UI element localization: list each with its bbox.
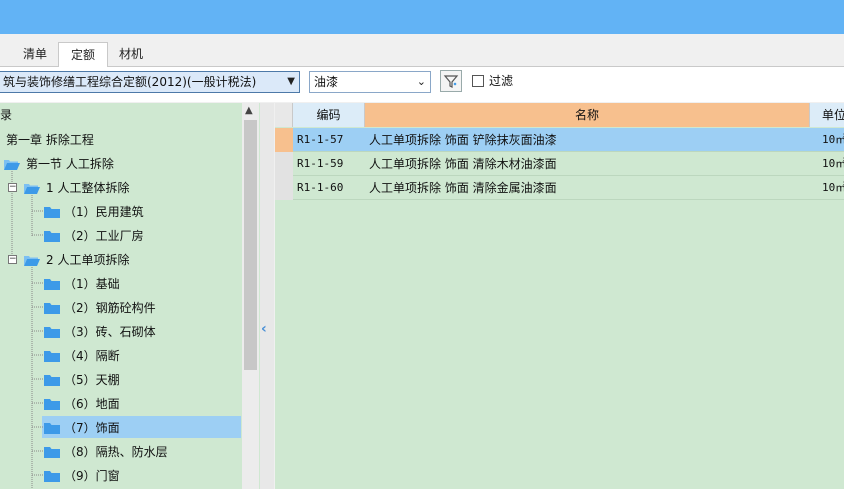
column-header-code[interactable]: 编码 <box>293 103 365 127</box>
row-selector[interactable] <box>275 176 293 200</box>
tree-item-label: 1 人工整体拆除 <box>46 181 130 195</box>
tree-item-section-1[interactable]: 第一节 人工拆除 <box>4 152 114 176</box>
tree-item-label: （9）门窗 <box>64 469 120 483</box>
collapse-icon[interactable]: − <box>8 255 17 264</box>
tree-item-group-2[interactable]: 2 人工单项拆除 <box>24 248 129 272</box>
row-selector[interactable] <box>275 152 293 176</box>
tree-item-group-2-6[interactable]: （6）地面 <box>44 392 120 416</box>
tree-item-label: 2 人工单项拆除 <box>46 253 130 267</box>
quota-library-select[interactable]: 筑与装饰修缮工程综合定额(2012)(一般计税法) ▼ <box>0 71 300 93</box>
tree-item-chapter-1[interactable]: 第一章 拆除工程 <box>6 128 94 152</box>
tree-item-label: （1）民用建筑 <box>64 205 144 219</box>
tree-item-group-1-2[interactable]: （2）工业厂房 <box>44 224 144 248</box>
grid-corner <box>275 103 293 127</box>
chapter-tree: 录 第一章 拆除工程 第一节 人工拆除 − 1 人工整体拆除 （1）民用建筑 （… <box>0 103 260 489</box>
filter-button[interactable] <box>440 70 462 92</box>
tab-materials[interactable]: 材机 <box>108 42 154 66</box>
row-name: 人工单项拆除 饰面 清除木材油漆面 <box>369 157 557 171</box>
tree-item-group-1[interactable]: 1 人工整体拆除 <box>24 176 129 200</box>
keyword-value: 油漆 <box>314 75 339 89</box>
tree-scrollbar-thumb[interactable] <box>244 120 257 370</box>
column-header-unit[interactable]: 单位 <box>810 103 844 127</box>
scroll-up-icon[interactable]: ▲ <box>245 105 253 116</box>
tree-item-label: 第一章 拆除工程 <box>6 133 94 147</box>
folder-icon <box>44 375 60 386</box>
filter-bar: 筑与装饰修缮工程综合定额(2012)(一般计税法) ▼ 油漆 ⌄ 过滤 <box>0 67 844 102</box>
tree-item-label: 第一节 人工拆除 <box>26 157 114 171</box>
folder-icon <box>44 207 60 218</box>
folder-icon <box>44 231 60 242</box>
folder-open-icon <box>24 184 40 194</box>
keyword-select[interactable]: 油漆 ⌄ <box>309 71 431 93</box>
folder-icon <box>44 471 60 482</box>
tree-item-label: （7）饰面 <box>64 421 120 435</box>
tree-item-label: （4）隔断 <box>64 349 120 363</box>
tree-item-group-2-7[interactable]: （7）饰面 <box>44 416 120 440</box>
tree-item-label: （5）天棚 <box>64 373 120 387</box>
folder-icon <box>44 279 60 290</box>
tab-quota[interactable]: 定额 <box>58 42 108 67</box>
folder-icon <box>44 303 60 314</box>
column-header-name[interactable]: 名称 <box>365 103 810 127</box>
tree-item-label: （2）工业厂房 <box>64 229 144 243</box>
tree-item-label: （2）钢筋砼构件 <box>64 301 156 315</box>
folder-open-icon <box>4 160 20 170</box>
chevron-left-icon[interactable]: ‹ <box>261 321 267 337</box>
tree-item-group-2-9[interactable]: （9）门窗 <box>44 464 120 488</box>
row-unit: 10㎡ <box>822 157 844 170</box>
row-selector[interactable] <box>275 128 293 152</box>
table-row[interactable]: R1-1-59 人工单项拆除 饰面 清除木材油漆面 10㎡ <box>275 152 844 176</box>
tree-item-group-2-4[interactable]: （4）隔断 <box>44 344 120 368</box>
tab-bar: 清单 定额 材机 <box>0 34 844 67</box>
pane-splitter[interactable]: ‹ <box>260 103 274 489</box>
tree-item-group-2-1[interactable]: （1）基础 <box>44 272 120 296</box>
tree-item-group-1-1[interactable]: （1）民用建筑 <box>44 200 144 224</box>
row-code: R1-1-57 <box>297 133 344 146</box>
chevron-down-icon: ⌄ <box>416 75 426 88</box>
dropdown-arrow-icon: ▼ <box>287 76 295 87</box>
row-code: R1-1-60 <box>297 181 344 194</box>
table-row[interactable]: R1-1-60 人工单项拆除 饰面 清除金属油漆面 10㎡ <box>275 176 844 200</box>
folder-icon <box>44 423 60 434</box>
quota-grid: 编码 名称 单位 R1-1-57 人工单项拆除 饰面 铲除抹灰面油漆 10㎡ R… <box>275 103 844 489</box>
tree-item-group-2-2[interactable]: （2）钢筋砼构件 <box>44 296 156 320</box>
folder-icon <box>44 447 60 458</box>
row-name: 人工单项拆除 饰面 铲除抹灰面油漆 <box>369 133 557 147</box>
tree-item-label: （1）基础 <box>64 277 120 291</box>
tree-item-label: （8）隔热、防水层 <box>64 445 168 459</box>
tab-bill[interactable]: 清单 <box>12 42 58 66</box>
row-code: R1-1-59 <box>297 157 344 170</box>
tree-item-label: （6）地面 <box>64 397 120 411</box>
filter-checkbox-label: 过滤 <box>489 74 514 88</box>
table-row[interactable]: R1-1-57 人工单项拆除 饰面 铲除抹灰面油漆 10㎡ <box>275 128 844 152</box>
tree-item-group-2-3[interactable]: （3）砖、石砌体 <box>44 320 156 344</box>
tree-item-group-2-5[interactable]: （5）天棚 <box>44 368 120 392</box>
row-name: 人工单项拆除 饰面 清除金属油漆面 <box>369 181 557 195</box>
quota-library-value: 筑与装饰修缮工程综合定额(2012)(一般计税法) <box>3 75 257 89</box>
folder-icon <box>44 327 60 338</box>
folder-icon <box>44 351 60 362</box>
filter-checkbox[interactable] <box>472 75 484 87</box>
folder-open-icon <box>24 256 40 266</box>
row-unit: 10㎡ <box>822 133 844 146</box>
tree-item-group-2-8[interactable]: （8）隔热、防水层 <box>44 440 168 464</box>
title-bar <box>0 0 844 34</box>
collapse-icon[interactable]: − <box>8 183 17 192</box>
tree-item-label: （3）砖、石砌体 <box>64 325 156 339</box>
funnel-icon <box>443 75 459 88</box>
folder-icon <box>44 399 60 410</box>
row-unit: 10㎡ <box>822 181 844 194</box>
